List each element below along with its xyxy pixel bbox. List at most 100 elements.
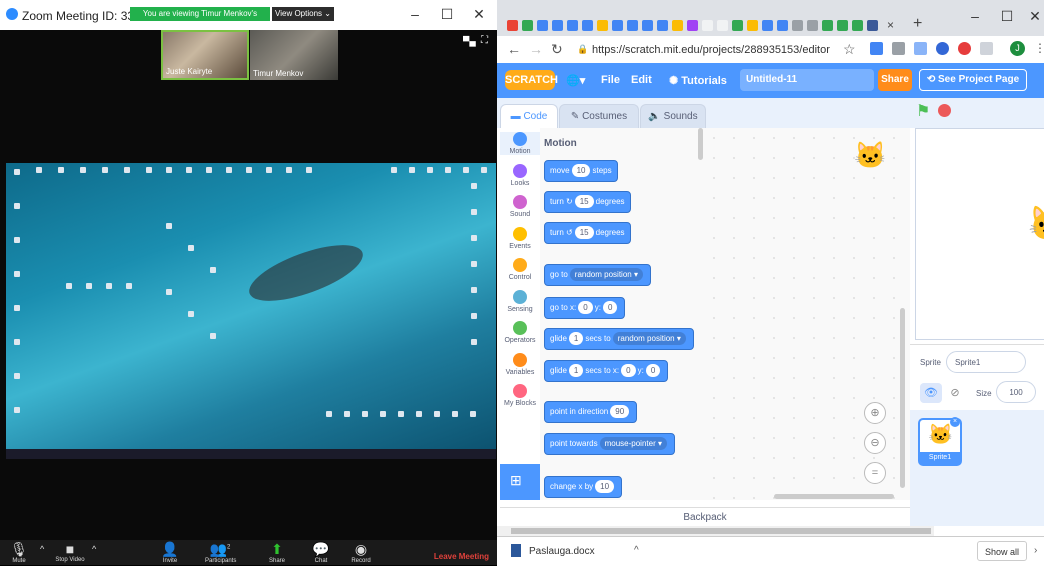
block-point-direction[interactable]: point in direction 90 [544, 401, 638, 423]
block-input[interactable]: 1 [568, 364, 584, 377]
browser-tab-favicon-icon[interactable] [852, 20, 863, 31]
code-area[interactable]: 🐱 ⊕ ⊖ = [704, 128, 910, 500]
block-move-steps[interactable]: move 10 steps [544, 160, 618, 182]
menu-file[interactable]: File [601, 74, 620, 86]
minimize-icon[interactable]: – [405, 6, 425, 22]
maximize-icon[interactable]: ☐ [437, 6, 457, 23]
see-project-page-button[interactable]: ⟲ See Project Page [919, 69, 1027, 91]
browser-tab-favicon-icon[interactable] [807, 20, 818, 31]
code-area-vscroll[interactable] [900, 308, 905, 488]
layout-icon[interactable]: ▀▄ [463, 36, 476, 46]
menu-kebab-icon[interactable]: ⋮ [1034, 41, 1044, 55]
category-sensing[interactable]: Sensing [500, 289, 540, 313]
extension-icon[interactable] [980, 42, 993, 55]
block-input[interactable]: 10 [595, 480, 615, 493]
download-filename[interactable]: Paslauga.docx [529, 546, 595, 557]
backpack-panel[interactable]: Backpack [500, 507, 910, 528]
block-dropdown[interactable]: mouse-pointer ▾ [599, 437, 667, 450]
profile-avatar[interactable]: J [1010, 41, 1025, 56]
zoom-in-icon[interactable]: ⊕ [864, 402, 886, 424]
share-screen-button[interactable]: ⬆ Share [262, 541, 292, 564]
browser-tab-favicon-icon[interactable] [507, 20, 518, 31]
participant-video-timur[interactable]: Timur Menkov [250, 30, 338, 80]
scrollbar-thumb[interactable] [511, 528, 931, 534]
chat-button[interactable]: 💬 Chat [306, 541, 336, 564]
category-operators[interactable]: Operators [500, 321, 540, 344]
category-looks[interactable]: Looks [500, 163, 540, 187]
palette-scrollbar[interactable] [698, 128, 703, 160]
block-point-towards[interactable]: point towards mouse-pointer ▾ [544, 433, 675, 455]
sprite-name-input[interactable]: Sprite1 [946, 351, 1026, 373]
block-dropdown[interactable]: random position ▾ [612, 332, 686, 345]
language-globe-icon[interactable]: 🌐▾ [566, 74, 585, 87]
block-input[interactable]: 15 [574, 195, 594, 208]
minimize-icon[interactable]: – [965, 8, 985, 24]
category-sound[interactable]: Sound [500, 195, 540, 218]
block-glide-xy[interactable]: glide 1 secs to x: 0 y: 0 [544, 360, 669, 382]
extension-icon[interactable] [870, 42, 883, 55]
browser-tab-favicon-icon[interactable] [657, 20, 668, 31]
code-area-hscroll[interactable] [774, 494, 894, 499]
close-icon[interactable]: ✕ [469, 6, 489, 23]
hide-sprite-icon[interactable]: ⊘ [944, 383, 966, 403]
category-events[interactable]: Events [500, 226, 540, 250]
chevron-up-icon[interactable]: ^ [634, 545, 639, 556]
browser-tab-favicon-icon[interactable] [552, 20, 563, 31]
block-input[interactable]: 0 [621, 364, 636, 377]
page-hscrollbar[interactable] [497, 526, 934, 536]
show-all-button[interactable]: Show all [977, 541, 1027, 561]
tab-code[interactable]: ▬ Code [500, 104, 558, 128]
reload-icon[interactable]: ↻ [551, 41, 563, 58]
bookmark-star-icon[interactable]: ☆ [843, 41, 856, 58]
browser-tab-favicon-icon[interactable] [642, 20, 653, 31]
browser-tab-favicon-icon[interactable] [792, 20, 803, 31]
browser-tab-favicon-icon[interactable] [777, 20, 788, 31]
browser-tab-favicon-icon[interactable] [747, 20, 758, 31]
category-motion[interactable]: Motion [500, 132, 540, 155]
block-go-to-xy[interactable]: go to x: 0 y: 0 [544, 297, 626, 319]
block-input[interactable]: 10 [571, 164, 591, 177]
block-input[interactable]: 90 [610, 405, 630, 418]
record-button[interactable]: ◉ Record [346, 541, 376, 564]
browser-tab-favicon-icon[interactable] [717, 20, 728, 31]
chevron-up-icon[interactable]: ^ [92, 544, 96, 554]
share-button[interactable]: Share [878, 69, 912, 91]
forward-icon[interactable]: → [529, 41, 543, 57]
leave-meeting-button[interactable]: Leave Meeting [434, 552, 489, 561]
extension-icon[interactable] [936, 42, 949, 55]
browser-tab-favicon-icon[interactable] [627, 20, 638, 31]
add-extension-button[interactable]: ⊞ [500, 464, 540, 500]
browser-tab-favicon-icon[interactable] [732, 20, 743, 31]
extension-icon[interactable] [914, 42, 927, 55]
tab-sounds[interactable]: 🔈 Sounds [640, 104, 706, 128]
block-turn-right[interactable]: turn ↻ 15 degrees [544, 191, 631, 213]
tab-costumes[interactable]: ✎ Costumes [559, 104, 639, 128]
participant-video-juste[interactable]: Juste Kairyte [161, 30, 249, 80]
browser-tab-favicon-icon[interactable] [537, 20, 548, 31]
category-variables[interactable]: Variables [500, 352, 540, 376]
stop-icon[interactable] [938, 104, 951, 117]
mute-button[interactable]: 🎙 Mute [4, 541, 34, 564]
stage[interactable]: 🐱 [915, 128, 1044, 340]
new-tab-icon[interactable]: + [913, 15, 922, 33]
zoom-reset-icon[interactable]: = [864, 462, 886, 484]
adblock-icon[interactable] [958, 42, 971, 55]
show-sprite-icon[interactable]: 👁 [920, 383, 942, 403]
stop-video-button[interactable]: ■ Stop Video [55, 541, 85, 563]
cat-sprite-icon[interactable]: 🐱 [1028, 204, 1044, 244]
browser-tab-favicon-icon[interactable] [567, 20, 578, 31]
category-control[interactable]: Control [500, 258, 540, 281]
back-icon[interactable]: ← [507, 41, 521, 57]
project-title-input[interactable]: Untitled-11 [740, 69, 874, 91]
browser-tab-favicon-icon[interactable] [702, 20, 713, 31]
browser-tab-favicon-icon[interactable] [687, 20, 698, 31]
size-input[interactable]: 100 [996, 381, 1036, 403]
invite-button[interactable]: 👤 Invite [155, 541, 185, 564]
participants-button[interactable]: 👥2 Participants [205, 541, 236, 564]
close-tab-icon[interactable]: × [887, 18, 894, 32]
browser-tab-favicon-icon[interactable] [837, 20, 848, 31]
browser-tab-favicon-icon[interactable] [612, 20, 623, 31]
chevron-up-icon[interactable]: ^ [40, 544, 44, 554]
block-input[interactable]: 15 [574, 226, 594, 239]
block-turn-left[interactable]: turn ↺ 15 degrees [544, 222, 631, 244]
